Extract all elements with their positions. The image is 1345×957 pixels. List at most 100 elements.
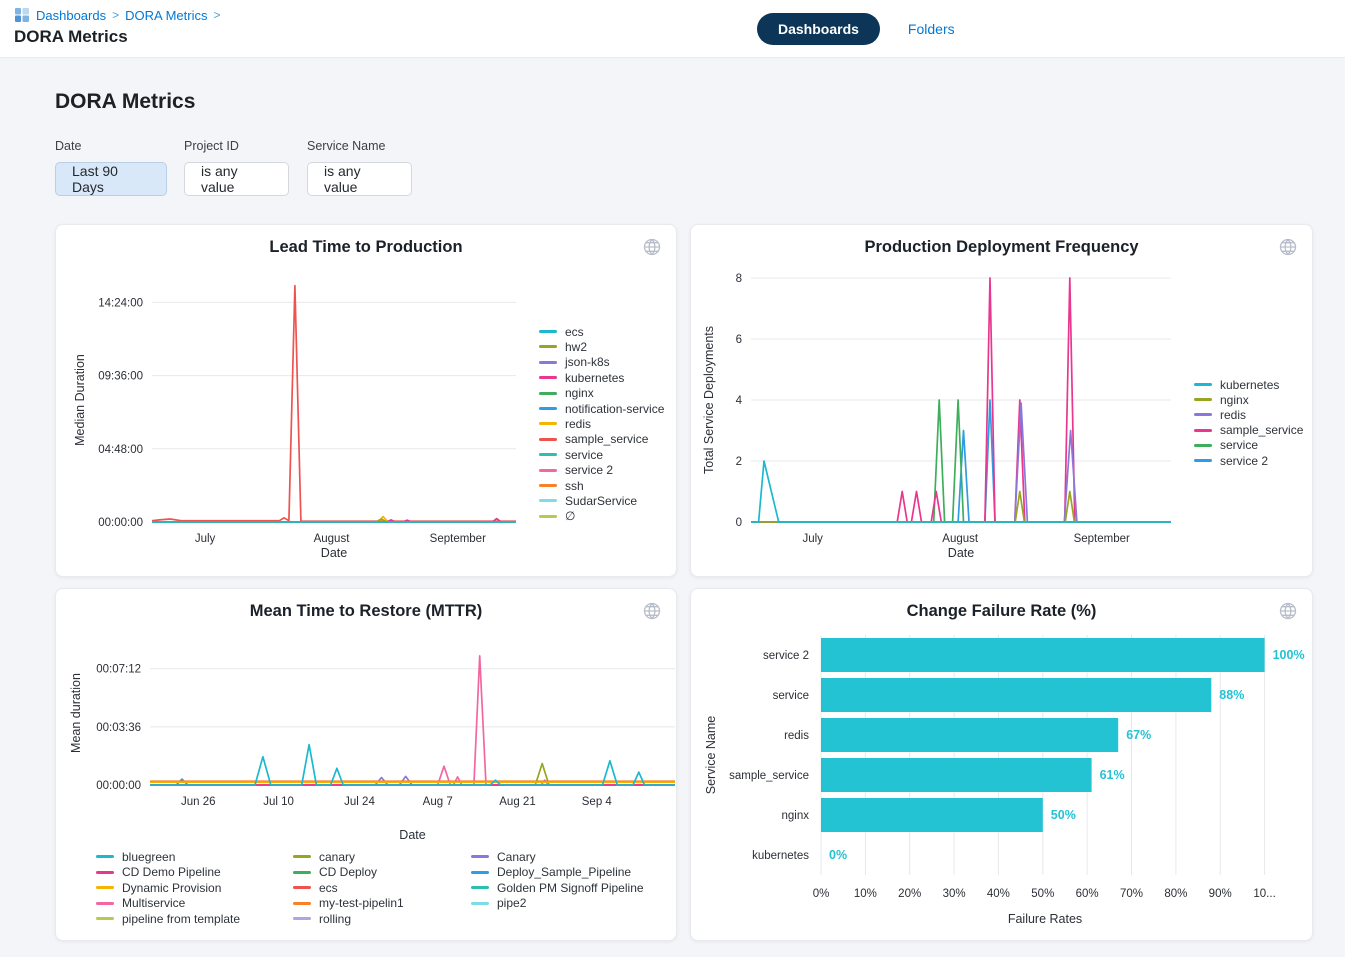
legend-item-service-2[interactable]: service 2 <box>539 463 613 478</box>
legend-item-ssh[interactable]: ssh <box>539 478 584 493</box>
legend-item-sample-service[interactable]: sample_service <box>1194 423 1303 438</box>
series-label: my-test-pipelin1 <box>319 896 404 910</box>
svg-text:10%: 10% <box>854 888 877 900</box>
svg-text:Jul 24: Jul 24 <box>344 796 375 808</box>
legend-item-ecs[interactable]: ecs <box>293 880 338 895</box>
filter-label-service-name: Service Name <box>307 139 386 153</box>
service-name-filter-chip[interactable]: is any value <box>307 162 412 196</box>
legend-item-nginx[interactable]: nginx <box>1194 392 1249 407</box>
svg-text:00:00:00: 00:00:00 <box>98 517 143 529</box>
series-label: nginx <box>1220 393 1249 407</box>
svg-text:service 2: service 2 <box>763 650 809 662</box>
series-label: rolling <box>319 912 351 926</box>
legend-item-redis[interactable]: redis <box>1194 407 1246 422</box>
svg-text:sample_service: sample_service <box>729 770 809 782</box>
legend-item-nginx[interactable]: nginx <box>539 386 594 401</box>
legend-item-service[interactable]: service <box>1194 438 1258 453</box>
legend-item-pipeline-from-template[interactable]: pipeline from template <box>96 911 240 926</box>
svg-text:Date: Date <box>948 546 974 560</box>
legend-item-canary[interactable]: Canary <box>471 849 536 864</box>
legend-item-hw2[interactable]: hw2 <box>539 339 587 354</box>
svg-text:July: July <box>195 533 216 545</box>
svg-text:Jun 26: Jun 26 <box>181 796 216 808</box>
view-tabs: Dashboards Folders <box>757 13 955 45</box>
svg-text:4: 4 <box>736 395 743 407</box>
svg-text:Aug 7: Aug 7 <box>423 796 453 808</box>
legend-item-cd-demo-pipeline[interactable]: CD Demo Pipeline <box>96 865 221 880</box>
svg-text:20%: 20% <box>898 888 921 900</box>
series-label: sample_service <box>565 432 648 446</box>
change-failure-rate-chart[interactable]: 0%10%20%30%40%50%60%70%80%90%10...servic… <box>691 589 1312 940</box>
series-color-swatch <box>96 871 114 874</box>
series-label: CD Deploy <box>319 865 377 879</box>
filter-label-date: Date <box>55 139 81 153</box>
series-color-swatch <box>539 361 557 364</box>
lead-time-chart[interactable]: 00:00:0004:48:0009:36:0014:24:00JulyAugu… <box>56 225 676 576</box>
svg-text:August: August <box>314 533 351 545</box>
series-label: redis <box>565 417 591 431</box>
legend-item-pipe2[interactable]: pipe2 <box>471 896 526 911</box>
svg-text:nginx: nginx <box>782 810 810 822</box>
legend-item-bluegreen[interactable]: bluegreen <box>96 849 175 864</box>
legend-item-my-test-pipelin1[interactable]: my-test-pipelin1 <box>293 896 404 911</box>
breadcrumb-dora-metrics[interactable]: DORA Metrics <box>125 8 207 23</box>
legend-item-service[interactable]: service <box>539 447 603 462</box>
mttr-chart[interactable]: 00:00:0000:03:3600:07:12Jun 26Jul 10Jul … <box>56 589 676 940</box>
legend-item-redis[interactable]: redis <box>539 416 591 431</box>
series-color-swatch <box>293 871 311 874</box>
svg-text:September: September <box>430 533 486 545</box>
tab-folders[interactable]: Folders <box>908 21 955 37</box>
svg-text:60%: 60% <box>1076 888 1099 900</box>
legend-item-cd-deploy[interactable]: CD Deploy <box>293 865 377 880</box>
series-label: ecs <box>565 325 584 339</box>
series-label: canary <box>319 850 355 864</box>
legend-item--[interactable]: ∅ <box>539 509 575 524</box>
series-color-swatch <box>539 469 557 472</box>
series-label: sample_service <box>1220 423 1303 437</box>
date-filter-chip[interactable]: Last 90 Days <box>55 162 167 196</box>
legend-item-deploy-sample-pipeline[interactable]: Deploy_Sample_Pipeline <box>471 865 631 880</box>
svg-text:Date: Date <box>321 546 347 560</box>
legend-item-kubernetes[interactable]: kubernetes <box>539 370 624 385</box>
series-label: CD Demo Pipeline <box>122 865 221 879</box>
series-label: ∅ <box>565 509 575 523</box>
series-color-swatch <box>539 422 557 425</box>
legend-item-multiservice[interactable]: Multiservice <box>96 896 185 911</box>
legend-item-kubernetes[interactable]: kubernetes <box>1194 377 1279 392</box>
svg-text:Service Name: Service Name <box>704 716 718 795</box>
legend-item-service-2[interactable]: service 2 <box>1194 453 1268 468</box>
legend-item-sample-service[interactable]: sample_service <box>539 432 648 447</box>
series-label: kubernetes <box>565 371 624 385</box>
legend-item-dynamic-provision[interactable]: Dynamic Provision <box>96 880 221 895</box>
svg-text:August: August <box>942 533 979 545</box>
deployment-frequency-chart[interactable]: 02468JulyAugustSeptemberDateTotal Servic… <box>691 225 1312 576</box>
legend-item-json-k8s[interactable]: json-k8s <box>539 355 610 370</box>
series-color-swatch <box>293 917 311 920</box>
legend-item-rolling[interactable]: rolling <box>293 911 351 926</box>
legend-item-notification-service[interactable]: notification-service <box>539 401 664 416</box>
series-label: service <box>565 448 603 462</box>
series-color-swatch <box>1194 429 1212 432</box>
series-label: notification-service <box>565 402 664 416</box>
series-color-swatch <box>96 855 114 858</box>
series-color-swatch <box>293 902 311 905</box>
svg-text:09:36:00: 09:36:00 <box>98 371 143 383</box>
legend-item-ecs[interactable]: ecs <box>539 324 584 339</box>
legend-item-canary[interactable]: canary <box>293 849 355 864</box>
legend-item-sudarservice[interactable]: SudarService <box>539 493 637 508</box>
breadcrumb-dashboards[interactable]: Dashboards <box>36 8 106 23</box>
tab-dashboards[interactable]: Dashboards <box>757 13 880 45</box>
series-label: service 2 <box>565 463 613 477</box>
series-color-swatch <box>539 345 557 348</box>
breadcrumb: Dashboards > DORA Metrics > <box>14 7 220 23</box>
svg-text:61%: 61% <box>1100 768 1125 782</box>
series-color-swatch <box>1194 444 1212 447</box>
legend-item-golden-pm-signoff-pipeline[interactable]: Golden PM Signoff Pipeline <box>471 880 644 895</box>
series-color-swatch <box>539 438 557 441</box>
svg-text:Mean duration: Mean duration <box>69 673 83 753</box>
project-id-filter-chip[interactable]: is any value <box>184 162 289 196</box>
series-color-swatch <box>96 902 114 905</box>
series-label: service <box>1220 438 1258 452</box>
svg-text:70%: 70% <box>1120 888 1143 900</box>
series-label: Deploy_Sample_Pipeline <box>497 865 631 879</box>
